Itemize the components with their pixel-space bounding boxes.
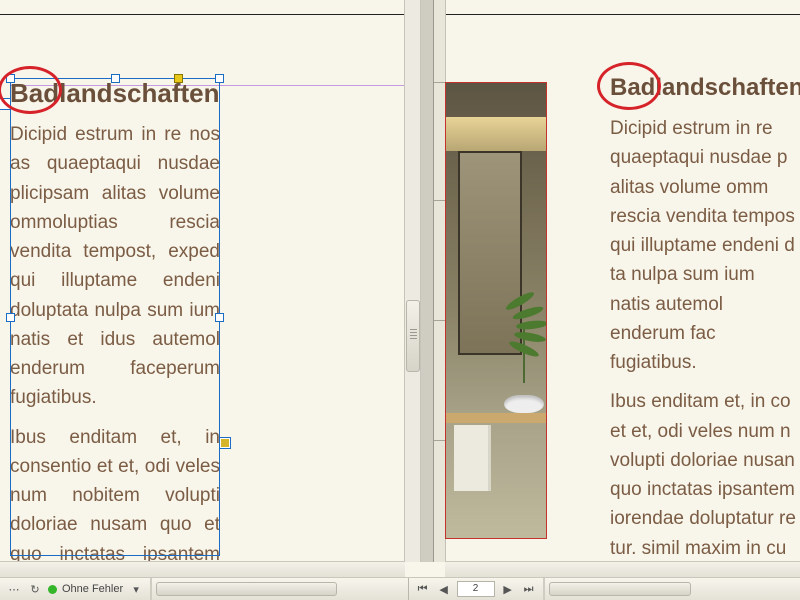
flyout-icon[interactable]: ⋯	[6, 581, 22, 597]
placed-image-bathroom	[446, 83, 546, 538]
status-left-segment: ⋯ ↻ Ohne Fehler ▾	[0, 578, 151, 600]
image-frame[interactable]	[445, 82, 547, 539]
page-top-rule-left	[0, 14, 405, 15]
paragraph: Dicipid estrum in re nos as quaeptaqui n…	[10, 120, 220, 413]
horizontal-scrollbar-left[interactable]	[0, 561, 405, 578]
nav-next-button[interactable]: ▶	[500, 581, 516, 597]
text-frame-left[interactable]: Badlandschaften Dicipid estrum in re nos…	[10, 78, 220, 556]
nav-last-button[interactable]: ⏭	[521, 581, 537, 597]
page-number-field[interactable]: 2	[457, 581, 495, 597]
text-in-port[interactable]	[0, 98, 11, 110]
hscroll-thumb[interactable]	[156, 582, 337, 596]
resize-handle-tr[interactable]	[215, 74, 224, 83]
spine-shadow	[420, 0, 434, 562]
nav-first-button[interactable]: ⏮	[415, 581, 431, 597]
text-frame-right[interactable]: Badlandschaften Dicipid estrum in re qua…	[610, 74, 800, 554]
paragraph: Dicipid estrum in re quaeptaqui nusdae p…	[610, 114, 800, 377]
resize-handle-tl[interactable]	[6, 74, 15, 83]
hscroll-thumb[interactable]	[549, 582, 691, 596]
sync-icon[interactable]: ↻	[27, 581, 43, 597]
horizontal-scroll-region-right[interactable]	[544, 578, 800, 600]
page-nav: ⏮ ◀ 2 ▶ ⏭	[409, 578, 544, 600]
preflight-status-text: Ohne Fehler	[62, 583, 123, 595]
nav-prev-button[interactable]: ◀	[436, 581, 452, 597]
preflight-ok-icon	[48, 585, 57, 594]
resize-handle-mr[interactable]	[215, 313, 224, 322]
preflight-menu-icon[interactable]: ▾	[128, 581, 144, 597]
resize-handle-ml[interactable]	[6, 313, 15, 322]
body-text-left: Dicipid estrum in re nos as quaeptaqui n…	[10, 120, 220, 598]
status-bar: ⋯ ↻ Ohne Fehler ▾ ⏮ ◀ 2 ▶ ⏭	[0, 577, 800, 600]
indesign-workspace: Badlandschaften Dicipid estrum in re nos…	[0, 0, 800, 600]
body-text-right: Dicipid estrum in re quaeptaqui nusdae p…	[610, 114, 800, 554]
text-out-port[interactable]	[219, 437, 231, 449]
resize-handle-tm[interactable]	[111, 74, 120, 83]
vertical-scrollbar[interactable]	[404, 0, 421, 562]
vertical-scrollbar-thumb[interactable]	[406, 300, 420, 372]
heading-right: Badlandschaften	[610, 74, 800, 100]
horizontal-scrollbar-right[interactable]	[445, 561, 800, 578]
horizontal-scroll-region-left[interactable]	[151, 578, 407, 600]
anchor-indicator[interactable]	[174, 74, 183, 83]
page-top-rule-right	[445, 14, 800, 15]
paragraph: Ibus enditam et, in co et et, odi veles …	[610, 387, 800, 554]
